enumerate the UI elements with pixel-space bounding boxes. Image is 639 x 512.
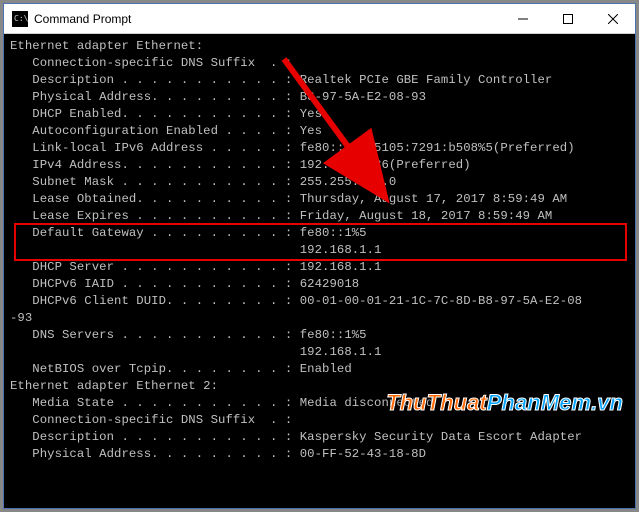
config-line: Subnet Mask . . . . . . . . . . . : 255.… xyxy=(10,174,635,191)
config-line: Autoconfiguration Enabled . . . . : Yes xyxy=(10,123,635,140)
app-icon: C:\ xyxy=(12,11,28,27)
config-line: DHCPv6 IAID . . . . . . . . . . . : 6242… xyxy=(10,276,635,293)
titlebar[interactable]: C:\ Command Prompt xyxy=(4,4,635,34)
config-line: Physical Address. . . . . . . . . : 00-F… xyxy=(10,446,635,463)
config-line: Connection-specific DNS Suffix . : xyxy=(10,412,635,429)
config-line: DHCP Server . . . . . . . . . . . : 192.… xyxy=(10,259,635,276)
config-line: Lease Obtained. . . . . . . . . . : Thur… xyxy=(10,191,635,208)
config-line: NetBIOS over Tcpip. . . . . . . . : Enab… xyxy=(10,361,635,378)
config-line: DNS Servers . . . . . . . . . . . : fe80… xyxy=(10,327,635,344)
config-line: Media State . . . . . . . . . . . : Medi… xyxy=(10,395,635,412)
minimize-button[interactable] xyxy=(500,4,545,33)
config-line: Description . . . . . . . . . . . : Real… xyxy=(10,72,635,89)
command-prompt-window: C:\ Command Prompt Ethernet adapter Ethe… xyxy=(3,3,636,509)
config-line: DHCPv6 Client DUID. . . . . . . . : 00-0… xyxy=(10,293,635,310)
config-line: 192.168.1.1 xyxy=(10,242,635,259)
close-button[interactable] xyxy=(590,4,635,33)
config-line: 192.168.1.1 xyxy=(10,344,635,361)
config-line: IPv4 Address. . . . . . . . . . . : 192.… xyxy=(10,157,635,174)
config-line: Connection-specific DNS Suffix . : xyxy=(10,55,635,72)
config-line-continuation: -93 xyxy=(10,310,635,327)
adapter-header: Ethernet adapter Ethernet 2: xyxy=(10,378,635,395)
config-line: Lease Expires . . . . . . . . . . : Frid… xyxy=(10,208,635,225)
window-controls xyxy=(500,4,635,33)
terminal-output[interactable]: Ethernet adapter Ethernet: Connection-sp… xyxy=(4,34,635,508)
window-title: Command Prompt xyxy=(34,12,500,26)
config-line: Description . . . . . . . . . . . : Kasp… xyxy=(10,429,635,446)
maximize-button[interactable] xyxy=(545,4,590,33)
config-line: Default Gateway . . . . . . . . . : fe80… xyxy=(10,225,635,242)
config-line: Link-local IPv6 Address . . . . . : fe80… xyxy=(10,140,635,157)
config-line: Physical Address. . . . . . . . . : B8-9… xyxy=(10,89,635,106)
adapter-header: Ethernet adapter Ethernet: xyxy=(10,38,635,55)
config-line: DHCP Enabled. . . . . . . . . . . : Yes xyxy=(10,106,635,123)
